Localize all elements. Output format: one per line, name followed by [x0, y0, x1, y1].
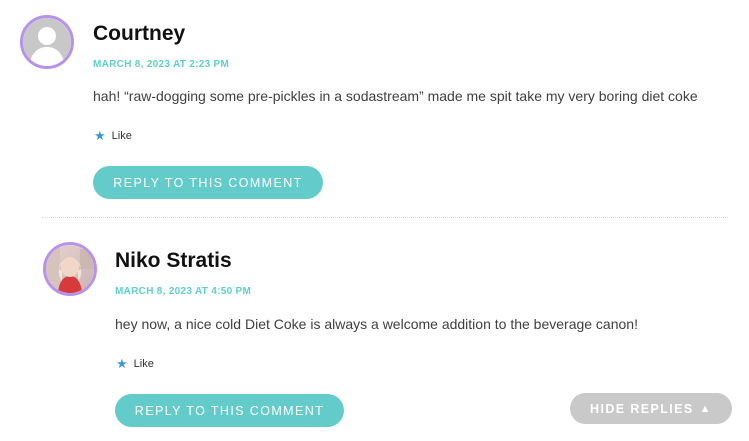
avatar[interactable]	[20, 15, 74, 69]
like-button[interactable]: ★ Like	[116, 357, 154, 370]
triangle-up-icon: ▲	[699, 402, 712, 415]
reply-button[interactable]: REPLY TO THIS COMMENT	[93, 166, 323, 199]
avatar[interactable]	[43, 242, 97, 296]
hide-replies-button[interactable]: HIDE REPLIES ▲	[570, 393, 732, 424]
like-button[interactable]: ★ Like	[94, 129, 132, 142]
hide-replies-label: HIDE REPLIES	[590, 401, 694, 416]
user-photo-avatar	[46, 245, 94, 293]
star-icon: ★	[94, 128, 106, 143]
like-label: Like	[111, 129, 132, 142]
comment-author[interactable]: Courtney	[93, 22, 185, 46]
default-avatar-icon	[23, 18, 71, 66]
like-label: Like	[133, 357, 154, 370]
comment-divider	[42, 217, 728, 218]
star-icon: ★	[116, 356, 128, 371]
reply-button[interactable]: REPLY TO THIS COMMENT	[115, 394, 344, 427]
comment-date[interactable]: MARCH 8, 2023 AT 2:23 PM	[93, 59, 229, 70]
comment-text: hey now, a nice cold Diet Coke is always…	[115, 316, 638, 332]
comment-text: hah! “raw-dogging some pre-pickles in a …	[93, 88, 698, 104]
comment-author[interactable]: Niko Stratis	[115, 249, 232, 273]
comment-date[interactable]: MARCH 8, 2023 AT 4:50 PM	[115, 286, 251, 297]
